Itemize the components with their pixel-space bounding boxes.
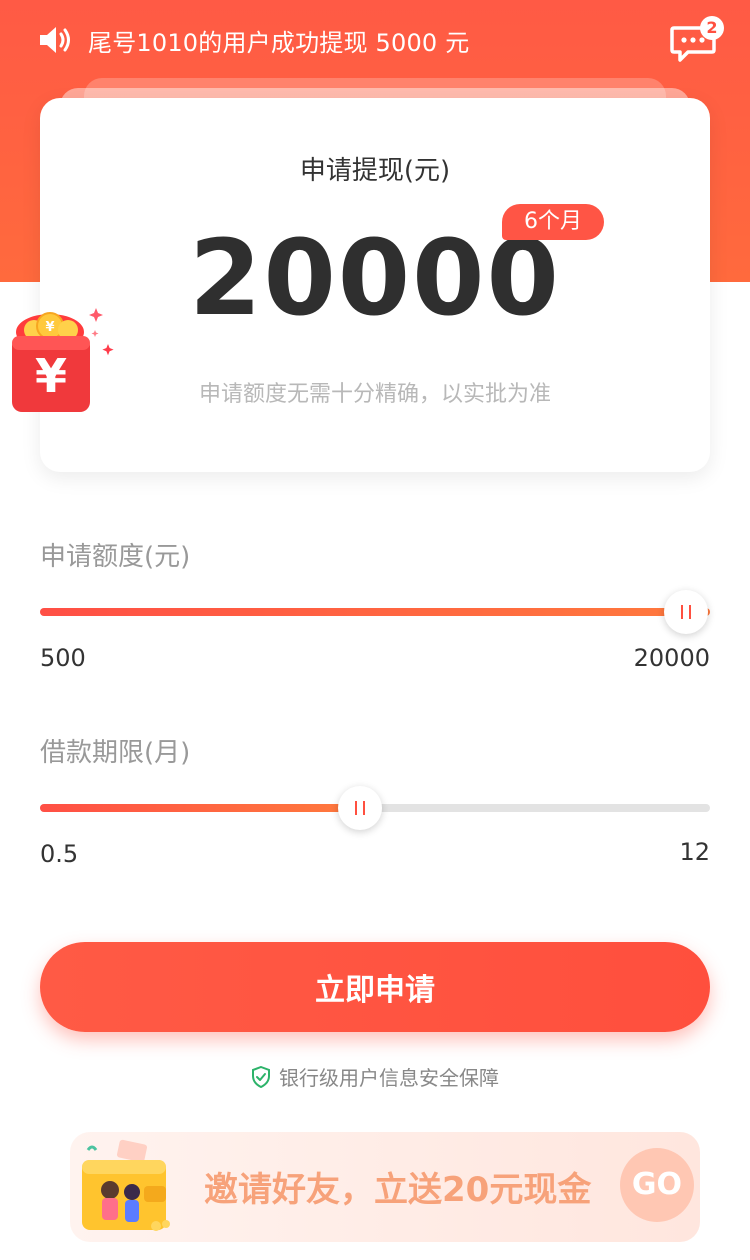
withdraw-card: 申请提现(元) 20000 6个月 申请额度无需十分精确，以实批为准 [40,98,710,472]
svg-text:¥: ¥ [35,349,67,403]
notice-text: 尾号1010的用户成功提现 5000 元 [88,28,470,57]
term-tag: 6个月 [502,204,604,240]
notice-bar: 尾号1010的用户成功提现 5000 元 [38,18,469,62]
slider-handle[interactable] [664,590,708,634]
invite-text: 邀请好友，立送20元现金 [204,1170,592,1210]
invite-go-button[interactable]: GO [620,1148,694,1222]
red-packet-icon[interactable]: ¥ ¥ [4,300,122,420]
amount-max-label: 20000 [633,644,710,672]
grip-icon [681,605,691,619]
message-badge: 2 [700,16,724,40]
amount-min-label: 500 [40,644,86,672]
speaker-icon [38,22,74,58]
amount-slider-label: 申请额度(元) [40,542,191,572]
slider-fill [40,804,361,812]
term-max-label: 12 [679,838,710,866]
term-slider[interactable] [40,786,710,830]
grip-icon [355,801,366,815]
card-hint: 申请额度无需十分精确，以实批为准 [198,382,551,407]
apply-button[interactable]: 立即申请 [40,942,710,1032]
invite-illustration [74,1138,182,1236]
slider-fill [40,608,710,616]
shield-check-icon [252,1065,270,1088]
card-title: 申请提现(元) [299,156,451,186]
term-slider-label: 借款期限(月) [40,738,191,768]
amount-slider[interactable] [40,590,710,634]
term-min-label: 0.5 [40,840,79,868]
amount-display: 20000 [189,217,561,339]
svg-text:¥: ¥ [45,320,54,335]
slider-handle[interactable] [338,786,383,830]
security-note: 银行级用户信息安全保障 [0,1062,750,1091]
security-text: 银行级用户信息安全保障 [279,1066,499,1090]
